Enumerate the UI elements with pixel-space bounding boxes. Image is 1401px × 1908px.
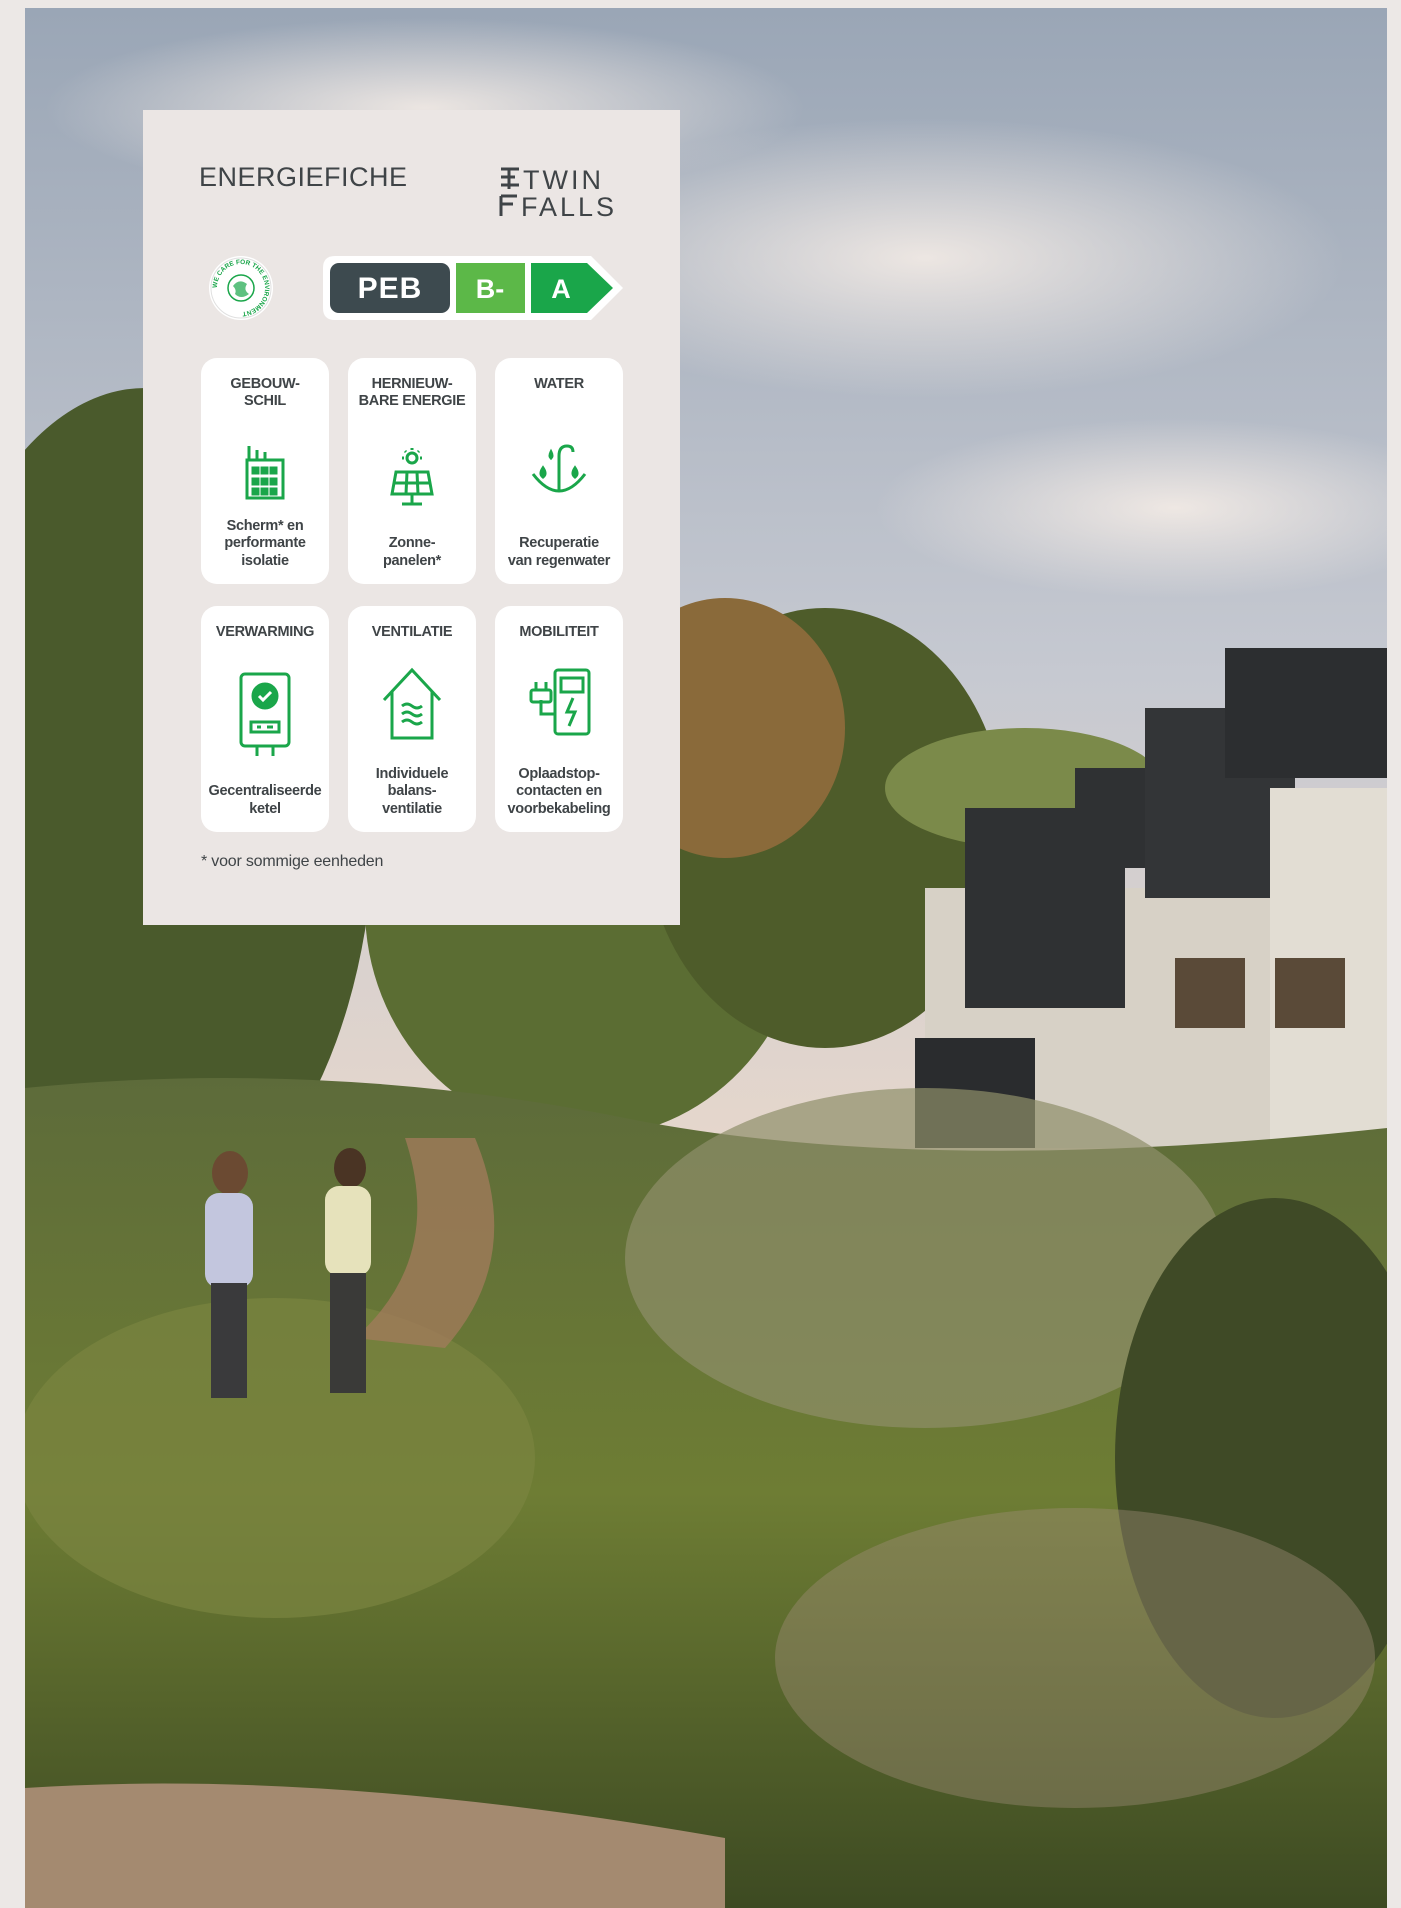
card-desc: Individuele balans- ventilatie: [375, 765, 449, 817]
card-head: VERWARMING: [215, 624, 315, 640]
peb-rating-current: B-: [476, 274, 505, 304]
card-desc: Recuperatie van regenwater: [507, 535, 611, 569]
boiler-icon: [235, 670, 295, 760]
card-desc: Oplaadstop- contacten en voorbekabeling: [507, 765, 611, 817]
logo-line2: FALLS: [521, 192, 617, 220]
card-head: HERNIEUW- BARE ENERGIE: [358, 376, 466, 409]
environment-badge-icon: WE CARE FOR THE ENVIRONMENT: [209, 256, 273, 320]
card-head: VENTILATIE: [371, 624, 453, 640]
card-water: WATER Recuperatie van regenwater: [495, 358, 623, 584]
card-mobiliteit: MOBILITEIT Oplaadstop- contacten en voor…: [495, 606, 623, 832]
card-gebouwschil: GEBOUW- SCHIL Scherm* en performante iso…: [201, 358, 329, 584]
energy-panel: ENERGIEFICHE TWIN FALLS WE CARE FOR THE: [143, 110, 680, 925]
card-desc: Gecentraliseerde ketel: [208, 783, 322, 817]
card-hernieuwbare-energie: HERNIEUW- BARE ENERGIE Zonne- panelen*: [348, 358, 476, 584]
panel-title: ENERGIEFICHE: [199, 162, 408, 192]
peb-rating-badge: PEB B- A: [321, 254, 626, 322]
peb-label: PEB: [358, 272, 423, 305]
building-icon: [235, 442, 295, 502]
peb-rating-target: A: [551, 274, 571, 304]
twin-falls-logo: TWIN FALLS: [499, 165, 627, 222]
house-ventilation-icon: [380, 662, 444, 742]
card-head: MOBILITEIT: [519, 624, 599, 640]
card-head: GEBOUW- SCHIL: [230, 376, 300, 409]
logo-line1: TWIN: [523, 166, 604, 195]
card-verwarming: VERWARMING Gecentraliseerde ketel: [201, 606, 329, 832]
ev-charger-icon: [523, 666, 595, 740]
footnote: * voor sommige eenheden: [201, 853, 384, 870]
solar-panel-icon: [382, 448, 442, 508]
card-desc: Scherm* en performante isolatie: [224, 517, 306, 569]
card-ventilatie: VENTILATIE Individuele balans- ventilati…: [348, 606, 476, 832]
rainwater-umbrella-icon: [529, 442, 589, 502]
card-desc: Zonne- panelen*: [382, 535, 442, 569]
card-head: WATER: [534, 376, 584, 392]
